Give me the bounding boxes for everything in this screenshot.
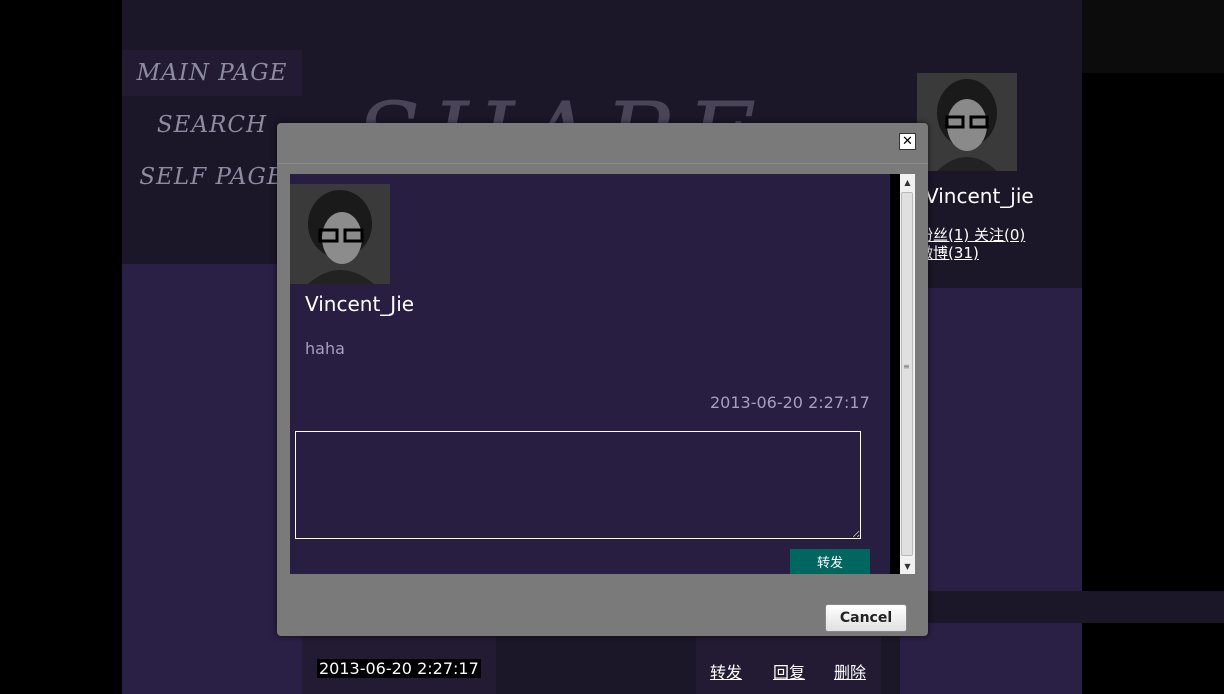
follow-link[interactable]: 关注(0) — [974, 226, 1025, 244]
dialog-scrollbar[interactable]: ▲ ≡ ▼ — [900, 174, 915, 574]
left-navigation: MAIN PAGE SEARCH SELF PAGE — [122, 50, 302, 264]
nav-search[interactable]: SEARCH — [122, 102, 302, 148]
top-bar — [122, 0, 1082, 50]
feed-date: 2013-06-20 2:27:17 — [317, 659, 481, 678]
scrollbar-thumb[interactable] — [901, 192, 913, 556]
profile-stats: 粉丝(1) 关注(0) 微博(31) — [918, 226, 1025, 262]
content-edge — [890, 174, 900, 574]
nav-main-page[interactable]: MAIN PAGE — [122, 50, 302, 96]
profile-avatar[interactable] — [917, 73, 1017, 171]
feed-reply-link[interactable]: 回复 — [773, 659, 805, 683]
post-timestamp: 2013-06-20 2:27:17 — [710, 393, 870, 412]
feed-delete-link[interactable]: 删除 — [834, 659, 866, 683]
scroll-up-icon[interactable]: ▲ — [900, 174, 915, 190]
post-author-name: Vincent_Jie — [305, 292, 415, 316]
close-icon[interactable]: ✕ — [899, 133, 916, 150]
feed-forward-link[interactable]: 转发 — [710, 659, 742, 683]
post-author-avatar — [290, 184, 390, 284]
right-stripe — [900, 591, 1224, 623]
forward-dialog: ✕ Vincent_Jie haha 2013-06-20 2:27:17 转发… — [277, 123, 928, 636]
comment-input[interactable] — [295, 431, 861, 539]
dialog-header-divider — [277, 163, 928, 164]
cancel-button[interactable]: Cancel — [825, 604, 907, 632]
nav-self-page[interactable]: SELF PAGE — [122, 154, 302, 200]
nav-self-page-label: SELF PAGE — [139, 164, 285, 190]
nav-main-page-label: MAIN PAGE — [136, 60, 288, 86]
post-text: haha — [305, 339, 345, 358]
nav-search-label: SEARCH — [156, 112, 268, 138]
profile-name: Vincent_jie — [925, 184, 1034, 208]
top-right-region — [1082, 0, 1224, 73]
dialog-content: Vincent_Jie haha 2013-06-20 2:27:17 转发 ▲… — [290, 174, 915, 574]
forward-button[interactable]: 转发 — [790, 549, 870, 574]
scroll-grip-icon: ≡ — [903, 362, 910, 371]
scroll-down-icon[interactable]: ▼ — [900, 558, 915, 574]
